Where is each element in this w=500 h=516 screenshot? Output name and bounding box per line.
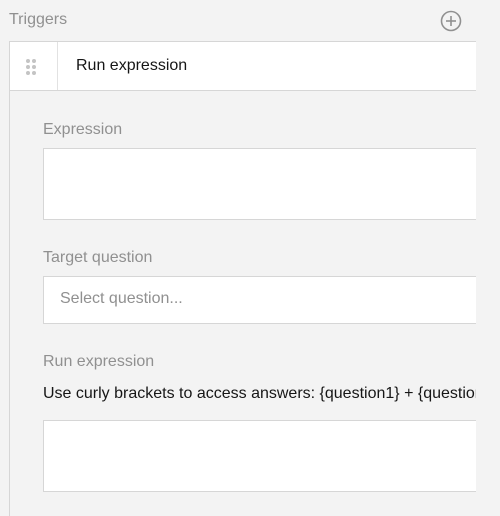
plus-circle-icon xyxy=(440,10,462,32)
trigger-item-header[interactable]: Run expression xyxy=(10,42,477,91)
target-question-select[interactable]: Select question... xyxy=(43,276,493,324)
triggers-title: Triggers xyxy=(9,11,68,28)
trigger-item-panel: Run expression Expression Target questio… xyxy=(9,41,500,516)
expression-label: Expression xyxy=(43,121,123,138)
drag-dots-icon xyxy=(26,59,36,75)
expression-input[interactable] xyxy=(43,148,493,220)
target-question-label: Target question xyxy=(43,249,153,266)
panel-overflow-mask xyxy=(476,0,500,516)
drag-handle[interactable] xyxy=(10,42,58,90)
triggers-header: Triggers xyxy=(0,0,500,40)
target-question-placeholder: Select question... xyxy=(60,290,183,307)
run-expression-input[interactable] xyxy=(43,420,493,492)
add-trigger-button[interactable] xyxy=(440,10,462,32)
run-expression-label: Run expression xyxy=(43,353,155,370)
trigger-item-title: Run expression xyxy=(76,57,188,74)
run-expression-description: Use curly brackets to access answers: {q… xyxy=(43,385,476,402)
